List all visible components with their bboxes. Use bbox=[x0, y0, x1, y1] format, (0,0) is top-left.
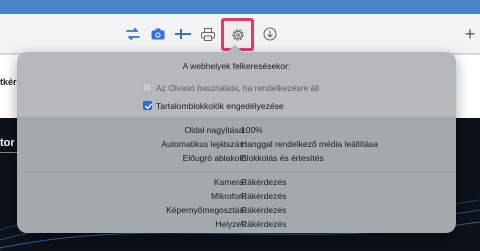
content-blockers-checkbox[interactable] bbox=[143, 101, 152, 110]
flag-icon bbox=[175, 29, 191, 39]
plus-icon: + bbox=[464, 23, 476, 44]
location-value[interactable]: Rákérdezés bbox=[241, 219, 286, 229]
autoplay-value[interactable]: Hanggal rendelkező média leállítása bbox=[241, 139, 378, 149]
browser-toolbar: + bbox=[0, 14, 480, 54]
microphone-label: Mikrofon: bbox=[211, 191, 246, 201]
popups-label: Előugró ablakok: bbox=[182, 153, 246, 163]
checkmark-icon bbox=[145, 103, 152, 110]
flag-button[interactable] bbox=[171, 22, 195, 46]
reader-checkbox-label: Az Olvasó használata, ha rendelkezésre á… bbox=[156, 83, 320, 93]
download-button[interactable] bbox=[258, 22, 282, 46]
screen-sharing-label: Képernyőmegosztás: bbox=[166, 205, 246, 215]
window-top-strip bbox=[0, 0, 480, 14]
website-settings-popover: A webhelyek felkeresésekor: Az Olvasó ha… bbox=[17, 52, 456, 233]
content-blockers-checkbox-label: Tartalomblokkolók engedélyezése bbox=[156, 101, 284, 111]
popover-title: A webhelyek felkeresésekor: bbox=[182, 61, 291, 71]
page-text-snippet: tkér bbox=[0, 77, 17, 87]
screen-sharing-value[interactable]: Rákérdezés bbox=[241, 205, 286, 215]
camera-label: Kamera: bbox=[213, 177, 246, 187]
popover-separator bbox=[17, 118, 456, 119]
sync-icon bbox=[126, 28, 140, 40]
reader-checkbox[interactable] bbox=[143, 83, 152, 92]
download-icon bbox=[263, 27, 277, 41]
print-button[interactable] bbox=[196, 22, 220, 46]
print-icon bbox=[201, 27, 215, 41]
page-zoom-value[interactable]: 100% bbox=[241, 125, 263, 135]
camera-button[interactable] bbox=[146, 22, 170, 46]
popups-value[interactable]: Blokkolás és értesítés bbox=[241, 153, 324, 163]
new-tab-button[interactable]: + bbox=[458, 22, 480, 46]
page-banner-text: tor bbox=[0, 137, 15, 149]
popover-separator bbox=[17, 171, 456, 172]
sync-button[interactable] bbox=[121, 22, 145, 46]
gear-icon bbox=[231, 28, 244, 41]
microphone-value[interactable]: Rákérdezés bbox=[241, 191, 286, 201]
location-label: Helyzet: bbox=[215, 219, 246, 229]
autoplay-label: Automatikus lejátszás: bbox=[161, 139, 246, 149]
camera-value[interactable]: Rákérdezés bbox=[241, 177, 286, 187]
page-zoom-label: Oldal nagyítása: bbox=[184, 125, 246, 135]
camera-icon bbox=[151, 28, 165, 40]
